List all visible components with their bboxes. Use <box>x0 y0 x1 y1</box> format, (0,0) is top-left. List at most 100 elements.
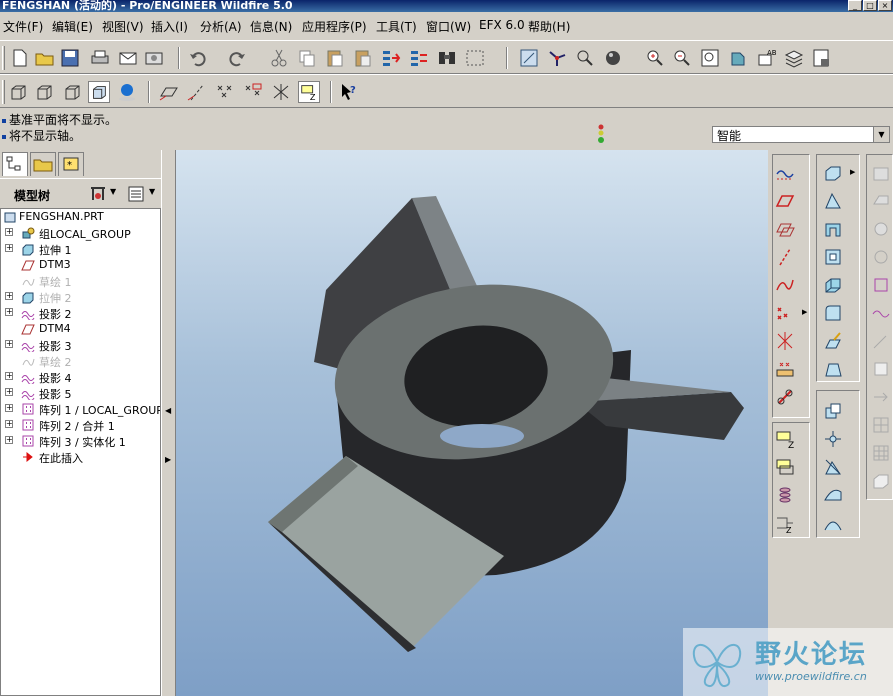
expand-arrow-icon[interactable]: ▶ <box>165 455 171 464</box>
regen-manager-icon[interactable] <box>408 47 430 69</box>
expand-toggle-icon[interactable]: + <box>5 308 13 316</box>
extra-feature-icon[interactable] <box>870 386 892 408</box>
sweep-icon[interactable] <box>822 218 844 240</box>
chevron-down-icon[interactable]: ▼ <box>110 187 116 196</box>
pattern-icon[interactable] <box>774 484 796 506</box>
expand-toggle-icon[interactable]: + <box>5 372 13 380</box>
expand-toggle-icon[interactable]: + <box>5 228 13 236</box>
paste-special-icon[interactable] <box>352 47 374 69</box>
graphics-viewport[interactable] <box>176 150 768 696</box>
datum-csys-icon[interactable] <box>774 330 796 352</box>
shell-icon[interactable] <box>822 274 844 296</box>
menu-help[interactable]: 帮助(H) <box>528 18 570 35</box>
tab-model-tree[interactable] <box>2 152 28 176</box>
save-icon[interactable] <box>59 47 81 69</box>
undo-icon[interactable] <box>187 47 209 69</box>
tree-settings-icon[interactable] <box>88 184 108 204</box>
warp-icon[interactable] <box>822 358 844 380</box>
hole-icon[interactable] <box>822 400 844 422</box>
shading-button[interactable] <box>88 81 110 103</box>
open-folder-icon[interactable] <box>34 47 56 69</box>
no-hidden-icon[interactable] <box>61 81 83 103</box>
datum-sketch-icon[interactable] <box>774 162 796 184</box>
merge-icon[interactable]: Z <box>774 512 796 534</box>
close-button[interactable]: × <box>878 0 892 11</box>
extra-feature-icon[interactable] <box>870 162 892 184</box>
copy-paste-icon[interactable]: Z <box>774 428 796 450</box>
datum-plane-icon[interactable] <box>774 190 796 212</box>
menu-tools[interactable]: 工具(T) <box>376 18 417 35</box>
extra-feature-icon[interactable] <box>870 442 892 464</box>
saved-views-icon[interactable]: AB <box>755 47 777 69</box>
round-icon[interactable] <box>822 302 844 324</box>
print-icon[interactable] <box>89 47 111 69</box>
redo-icon[interactable] <box>226 47 248 69</box>
mirror-icon[interactable] <box>774 456 796 478</box>
toolbar-grip[interactable] <box>2 80 5 104</box>
toolbar-grip[interactable] <box>2 46 5 70</box>
flyout-arrow-icon[interactable]: ▶ <box>850 168 855 176</box>
maximize-button[interactable]: □ <box>863 0 877 11</box>
axis-display-icon[interactable] <box>186 81 208 103</box>
datum-offset-icon[interactable] <box>774 218 796 240</box>
menu-window[interactable]: 窗口(W) <box>426 18 471 35</box>
menu-insert[interactable]: 插入(I) <box>151 18 188 35</box>
expand-toggle-icon[interactable]: + <box>5 244 13 252</box>
layers-icon[interactable] <box>783 47 805 69</box>
refit-icon[interactable] <box>699 47 721 69</box>
extra-feature-icon[interactable] <box>870 218 892 240</box>
paste-icon[interactable] <box>324 47 346 69</box>
zoom-in-icon[interactable] <box>644 47 666 69</box>
extra-feature-icon[interactable] <box>870 330 892 352</box>
plane-display-icon[interactable] <box>158 81 180 103</box>
analysis-feature-icon[interactable] <box>774 358 796 380</box>
send-link-icon[interactable] <box>143 47 165 69</box>
regenerate-icon[interactable] <box>380 47 402 69</box>
menu-info[interactable]: 信息(N) <box>250 18 292 35</box>
extrude-icon[interactable] <box>822 162 844 184</box>
panel-splitter[interactable]: ◀ ▶ <box>161 150 176 696</box>
find-icon[interactable] <box>436 47 458 69</box>
repaint-icon[interactable] <box>518 47 540 69</box>
revolve-icon[interactable] <box>822 190 844 212</box>
zoom-out-icon[interactable] <box>671 47 693 69</box>
orient-mode-icon[interactable] <box>574 47 596 69</box>
spin-center-icon[interactable] <box>546 47 568 69</box>
display-style-icon[interactable] <box>602 47 624 69</box>
variable-sweep-icon[interactable] <box>822 484 844 506</box>
flyout-arrow-icon[interactable]: ▶ <box>802 308 807 316</box>
extra-feature-icon[interactable] <box>870 274 892 296</box>
blend-icon[interactable] <box>822 246 844 268</box>
wireframe-icon[interactable] <box>7 81 29 103</box>
datum-curve-icon[interactable] <box>774 274 796 296</box>
extra-feature-icon[interactable] <box>870 414 892 436</box>
chain-link-icon[interactable] <box>774 386 796 408</box>
boundary-blend-icon[interactable] <box>822 512 844 534</box>
tab-folder-browser[interactable] <box>30 152 56 176</box>
datum-axis-icon[interactable] <box>774 246 796 268</box>
select-box-icon[interactable] <box>464 47 486 69</box>
extra-feature-icon[interactable] <box>870 470 892 492</box>
datum-point-icon[interactable] <box>774 302 796 324</box>
minimize-button[interactable]: _ <box>848 0 862 11</box>
selection-filter-select[interactable]: 智能 ▼ <box>712 126 890 143</box>
annotation-display-button[interactable]: Z <box>298 81 320 103</box>
csys-display-icon[interactable] <box>270 81 292 103</box>
extra-feature-icon[interactable] <box>870 246 892 268</box>
expand-toggle-icon[interactable]: + <box>5 404 13 412</box>
context-help-icon[interactable]: ? <box>338 81 360 103</box>
new-file-icon[interactable] <box>9 47 31 69</box>
menu-view[interactable]: 视图(V) <box>102 18 144 35</box>
style-icon[interactable] <box>822 330 844 352</box>
hidden-line-icon[interactable] <box>33 81 55 103</box>
chevron-down-icon[interactable]: ▼ <box>873 127 889 142</box>
menu-file[interactable]: 文件(F) <box>3 18 43 35</box>
collapse-arrow-icon[interactable]: ◀ <box>165 406 171 415</box>
draft-icon[interactable] <box>822 456 844 478</box>
extra-feature-icon[interactable] <box>870 190 892 212</box>
menu-analysis[interactable]: 分析(A) <box>200 18 242 35</box>
view-manager-icon[interactable] <box>811 47 833 69</box>
expand-toggle-icon[interactable]: + <box>5 388 13 396</box>
reorient-icon[interactable] <box>727 47 749 69</box>
enhanced-realism-icon[interactable] <box>116 81 138 103</box>
